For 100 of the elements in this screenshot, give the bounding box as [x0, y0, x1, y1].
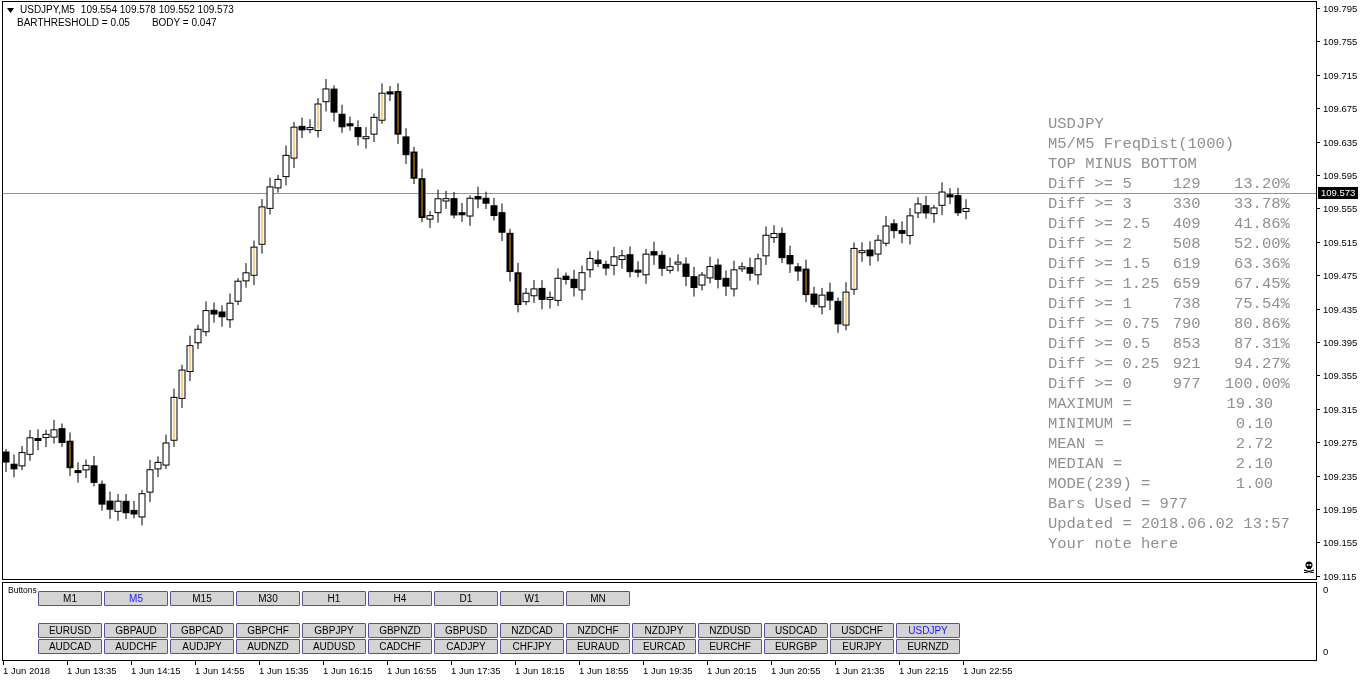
- diff-label: Diff >= 2: [1048, 234, 1133, 254]
- timeframe-button[interactable]: M30: [236, 591, 300, 606]
- price-label: 109.275: [1323, 437, 1358, 449]
- symbol-button[interactable]: GBPUSD: [434, 623, 498, 638]
- symbol-button[interactable]: NZDCHF: [566, 623, 630, 638]
- symbol-button[interactable]: USDCAD: [764, 623, 828, 638]
- stat-label: MINIMUM =: [1048, 414, 1133, 434]
- diff-label: Diff >= 0.5: [1048, 334, 1152, 354]
- symbol-button[interactable]: NZDCAD: [500, 623, 564, 638]
- diff-count: 409: [1172, 214, 1202, 234]
- time-label: 1 Jun 15:35: [259, 665, 309, 676]
- timeframe-button[interactable]: W1: [500, 591, 564, 606]
- diff-percent: 41.86%: [1233, 214, 1290, 234]
- price-label: 109.595: [1323, 170, 1358, 181]
- price-label: 109.155: [1323, 537, 1358, 549]
- symbol-button[interactable]: AUDJPY: [170, 639, 234, 654]
- timeframe-button[interactable]: H1: [302, 591, 366, 606]
- diff-label: Diff >= 1.5: [1048, 254, 1152, 274]
- diff-label: Diff >= 5: [1048, 174, 1133, 194]
- diff-percent: 87.31%: [1233, 334, 1290, 354]
- time-label: 1 Jun 17:35: [451, 665, 501, 676]
- time-label: 1 Jun 18:55: [579, 665, 629, 676]
- symbol-button[interactable]: GBPCHF: [236, 623, 300, 638]
- diff-count: 738: [1172, 294, 1202, 314]
- price-label: 109.115: [1323, 570, 1357, 582]
- price-label: 109.715: [1323, 69, 1358, 81]
- diff-count: 790: [1172, 314, 1202, 334]
- price-label: 109.635: [1323, 136, 1358, 148]
- timeframe-button[interactable]: D1: [434, 591, 498, 606]
- symbol-button[interactable]: GBPAUD: [104, 623, 168, 638]
- stat-value: 19.30: [1225, 394, 1274, 414]
- time-label: 1 Jun 21:35: [835, 665, 885, 676]
- indicator-parameter: BODY = 0.047: [151, 17, 217, 29]
- symbol-button[interactable]: USDCHF: [830, 623, 894, 638]
- time-label: 1 Jun 14:55: [195, 665, 245, 676]
- price-label: 109.755: [1323, 36, 1358, 48]
- stat-label: MEAN =: [1048, 434, 1105, 454]
- stats-note: Updated = 2018.06.02 13:57: [1048, 514, 1290, 534]
- indicator-parameter: BARTHRESHOLD = 0.05: [17, 17, 130, 29]
- symbol-button[interactable]: GBPNZD: [368, 623, 432, 638]
- symbol-button[interactable]: EURCAD: [632, 639, 696, 654]
- symbol-button[interactable]: EURCHF: [698, 639, 762, 654]
- ohlc-quotes: 109.554 109.578 109.552 109.573: [80, 4, 234, 16]
- price-label: 109.195: [1323, 504, 1358, 515]
- symbol-button[interactable]: EURNZD: [896, 639, 960, 654]
- stat-value: 2.10: [1234, 454, 1274, 474]
- time-label: 1 Jun 16:15: [323, 665, 373, 676]
- diff-label: Diff >= 1: [1048, 294, 1133, 314]
- price-label: 109.235: [1323, 470, 1358, 482]
- symbol-button[interactable]: EURGBP: [764, 639, 828, 654]
- price-label: 109.795: [1323, 3, 1358, 14]
- timeframe-button[interactable]: M1: [38, 591, 102, 606]
- diff-label: Diff >= 0.75: [1048, 314, 1161, 334]
- diff-count: 977: [1172, 374, 1202, 394]
- timeframe-button[interactable]: H4: [368, 591, 432, 606]
- symbol-button[interactable]: EURJPY: [830, 639, 894, 654]
- symbol-button[interactable]: AUDCAD: [38, 639, 102, 654]
- price-label: 109.435: [1323, 303, 1358, 315]
- stats-title: TOP MINUS BOTTOM: [1048, 154, 1198, 174]
- symbol-button[interactable]: CHFJPY: [500, 639, 564, 654]
- diff-label: Diff >= 1.25: [1048, 274, 1161, 294]
- time-label: 1 Jun 19:35: [643, 665, 693, 676]
- symbol-button[interactable]: AUDNZD: [236, 639, 300, 654]
- time-label: 1 Jun 13:35: [67, 665, 117, 676]
- dropdown-triangle-icon[interactable]: [7, 7, 14, 13]
- diff-percent: 33.78%: [1233, 194, 1290, 214]
- price-label: 109.355: [1323, 370, 1358, 382]
- diff-count: 619: [1172, 254, 1202, 274]
- symbol-button[interactable]: GBPJPY: [302, 623, 366, 638]
- price-label: 109.515: [1323, 236, 1358, 248]
- symbol-button[interactable]: USDJPY: [896, 623, 960, 638]
- skull-icon: [1304, 561, 1314, 573]
- symbol-button[interactable]: EURUSD: [38, 623, 102, 638]
- timeframe-button[interactable]: M5: [104, 591, 168, 606]
- current-price-label: 109.573: [1318, 187, 1359, 199]
- price-label: 109.555: [1323, 203, 1358, 215]
- diff-count: 129: [1172, 174, 1202, 194]
- subwindow-label: Buttons: [8, 585, 37, 595]
- timeframe-button[interactable]: M15: [170, 591, 234, 606]
- symbol-timeframe: USDJPY,M5: [20, 4, 75, 16]
- diff-percent: 80.86%: [1233, 314, 1290, 334]
- symbol-button[interactable]: GBPCAD: [170, 623, 234, 638]
- time-label: 1 Jun 22:15: [899, 665, 949, 676]
- diff-percent: 13.20%: [1233, 174, 1290, 194]
- stats-note: Bars Used = 977: [1048, 494, 1189, 514]
- symbol-button[interactable]: NZDJPY: [632, 623, 696, 638]
- symbol-button[interactable]: NZDUSD: [698, 623, 762, 638]
- symbol-button[interactable]: CADCHF: [368, 639, 432, 654]
- stat-value: 0.10: [1234, 414, 1274, 434]
- diff-count: 921: [1172, 354, 1202, 374]
- symbol-button[interactable]: EURAUD: [566, 639, 630, 654]
- symbol-button[interactable]: CADJPY: [434, 639, 498, 654]
- timeframe-button[interactable]: MN: [566, 591, 630, 606]
- symbol-button[interactable]: AUDCHF: [104, 639, 168, 654]
- diff-count: 659: [1172, 274, 1202, 294]
- time-label: 1 Jun 20:55: [771, 665, 821, 676]
- symbol-button[interactable]: AUDUSD: [302, 639, 366, 654]
- indicator-axis-label: 0: [1323, 646, 1329, 657]
- price-label: 109.395: [1323, 337, 1358, 348]
- price-label: 109.475: [1323, 270, 1358, 282]
